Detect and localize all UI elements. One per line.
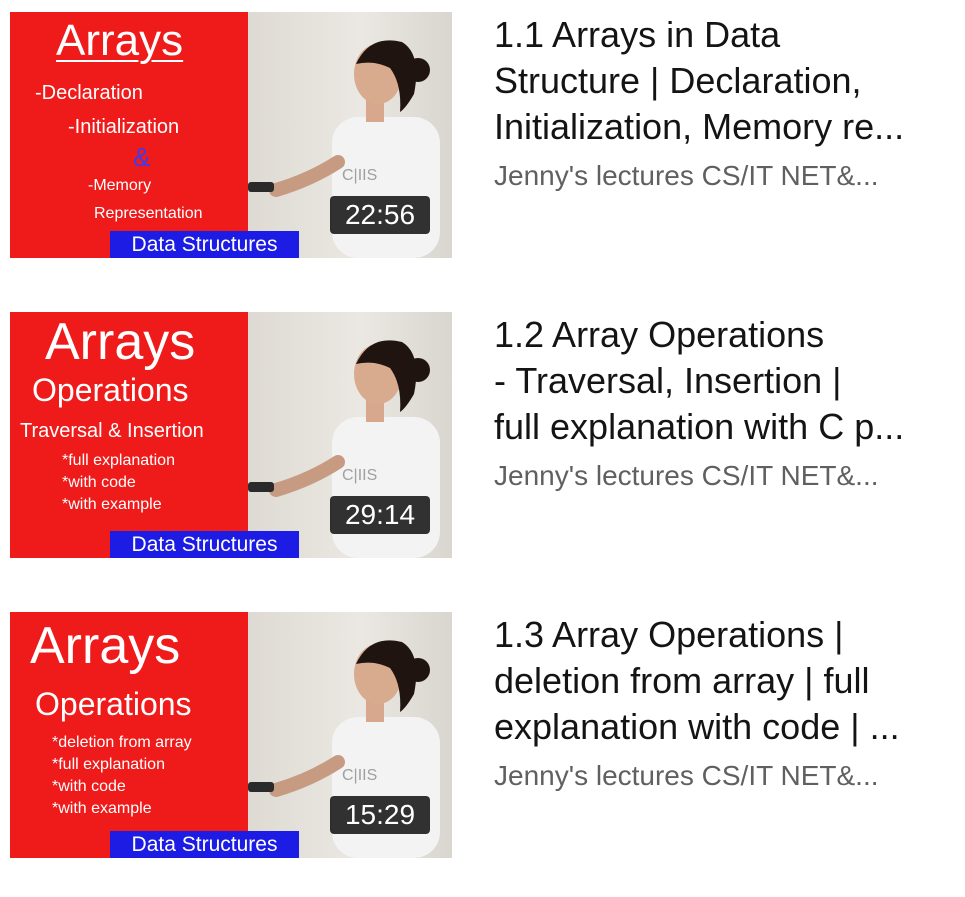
video-title[interactable]: 1.2 Array Operations - Traversal, Insert…	[494, 312, 946, 450]
video-item-2[interactable]: Arrays Operations Traversal & Insertion …	[0, 312, 965, 560]
video-title-line: Initialization, Memory re...	[494, 106, 905, 147]
video-title-line: deletion from array | full	[494, 660, 870, 701]
video-item-1[interactable]: Arrays -Declaration -Initialization & -M…	[0, 12, 965, 260]
svg-text:C|IIS: C|IIS	[342, 767, 377, 784]
video-title[interactable]: 1.1 Arrays in Data Structure | Declarati…	[494, 12, 946, 150]
video-info: 1.1 Arrays in Data Structure | Declarati…	[494, 12, 946, 194]
video-title-line: 1.3 Array Operations |	[494, 614, 844, 655]
video-title-line: 1.1 Arrays in Data	[494, 14, 781, 55]
video-thumbnail[interactable]: Arrays Operations *deletion from array *…	[10, 612, 452, 858]
video-title-line: - Traversal, Insertion |	[494, 360, 842, 401]
video-item-3[interactable]: Arrays Operations *deletion from array *…	[0, 612, 965, 860]
video-duration: 15:29	[330, 796, 430, 834]
video-title-line: 1.2 Array Operations	[494, 314, 825, 355]
channel-name[interactable]: Jenny's lectures CS/IT NET&...	[494, 458, 946, 494]
video-duration: 29:14	[330, 496, 430, 534]
svg-text:C|IIS: C|IIS	[342, 167, 377, 184]
svg-text:C|IIS: C|IIS	[342, 467, 377, 484]
channel-name[interactable]: Jenny's lectures CS/IT NET&...	[494, 758, 946, 794]
video-title-line: explanation with code | ...	[494, 706, 900, 747]
video-info: 1.2 Array Operations - Traversal, Insert…	[494, 312, 946, 494]
video-thumbnail[interactable]: Arrays Operations Traversal & Insertion …	[10, 312, 452, 558]
channel-name[interactable]: Jenny's lectures CS/IT NET&...	[494, 158, 946, 194]
video-duration: 22:56	[330, 196, 430, 234]
video-info: 1.3 Array Operations | deletion from arr…	[494, 612, 946, 794]
thumbnail-badge: Data Structures	[110, 231, 299, 258]
video-title-line: full explanation with C p...	[494, 406, 905, 447]
video-thumbnail[interactable]: Arrays -Declaration -Initialization & -M…	[10, 12, 452, 258]
thumbnail-badge: Data Structures	[110, 831, 299, 858]
video-title-line: Structure | Declaration,	[494, 60, 862, 101]
video-title[interactable]: 1.3 Array Operations | deletion from arr…	[494, 612, 946, 750]
thumbnail-badge: Data Structures	[110, 531, 299, 558]
